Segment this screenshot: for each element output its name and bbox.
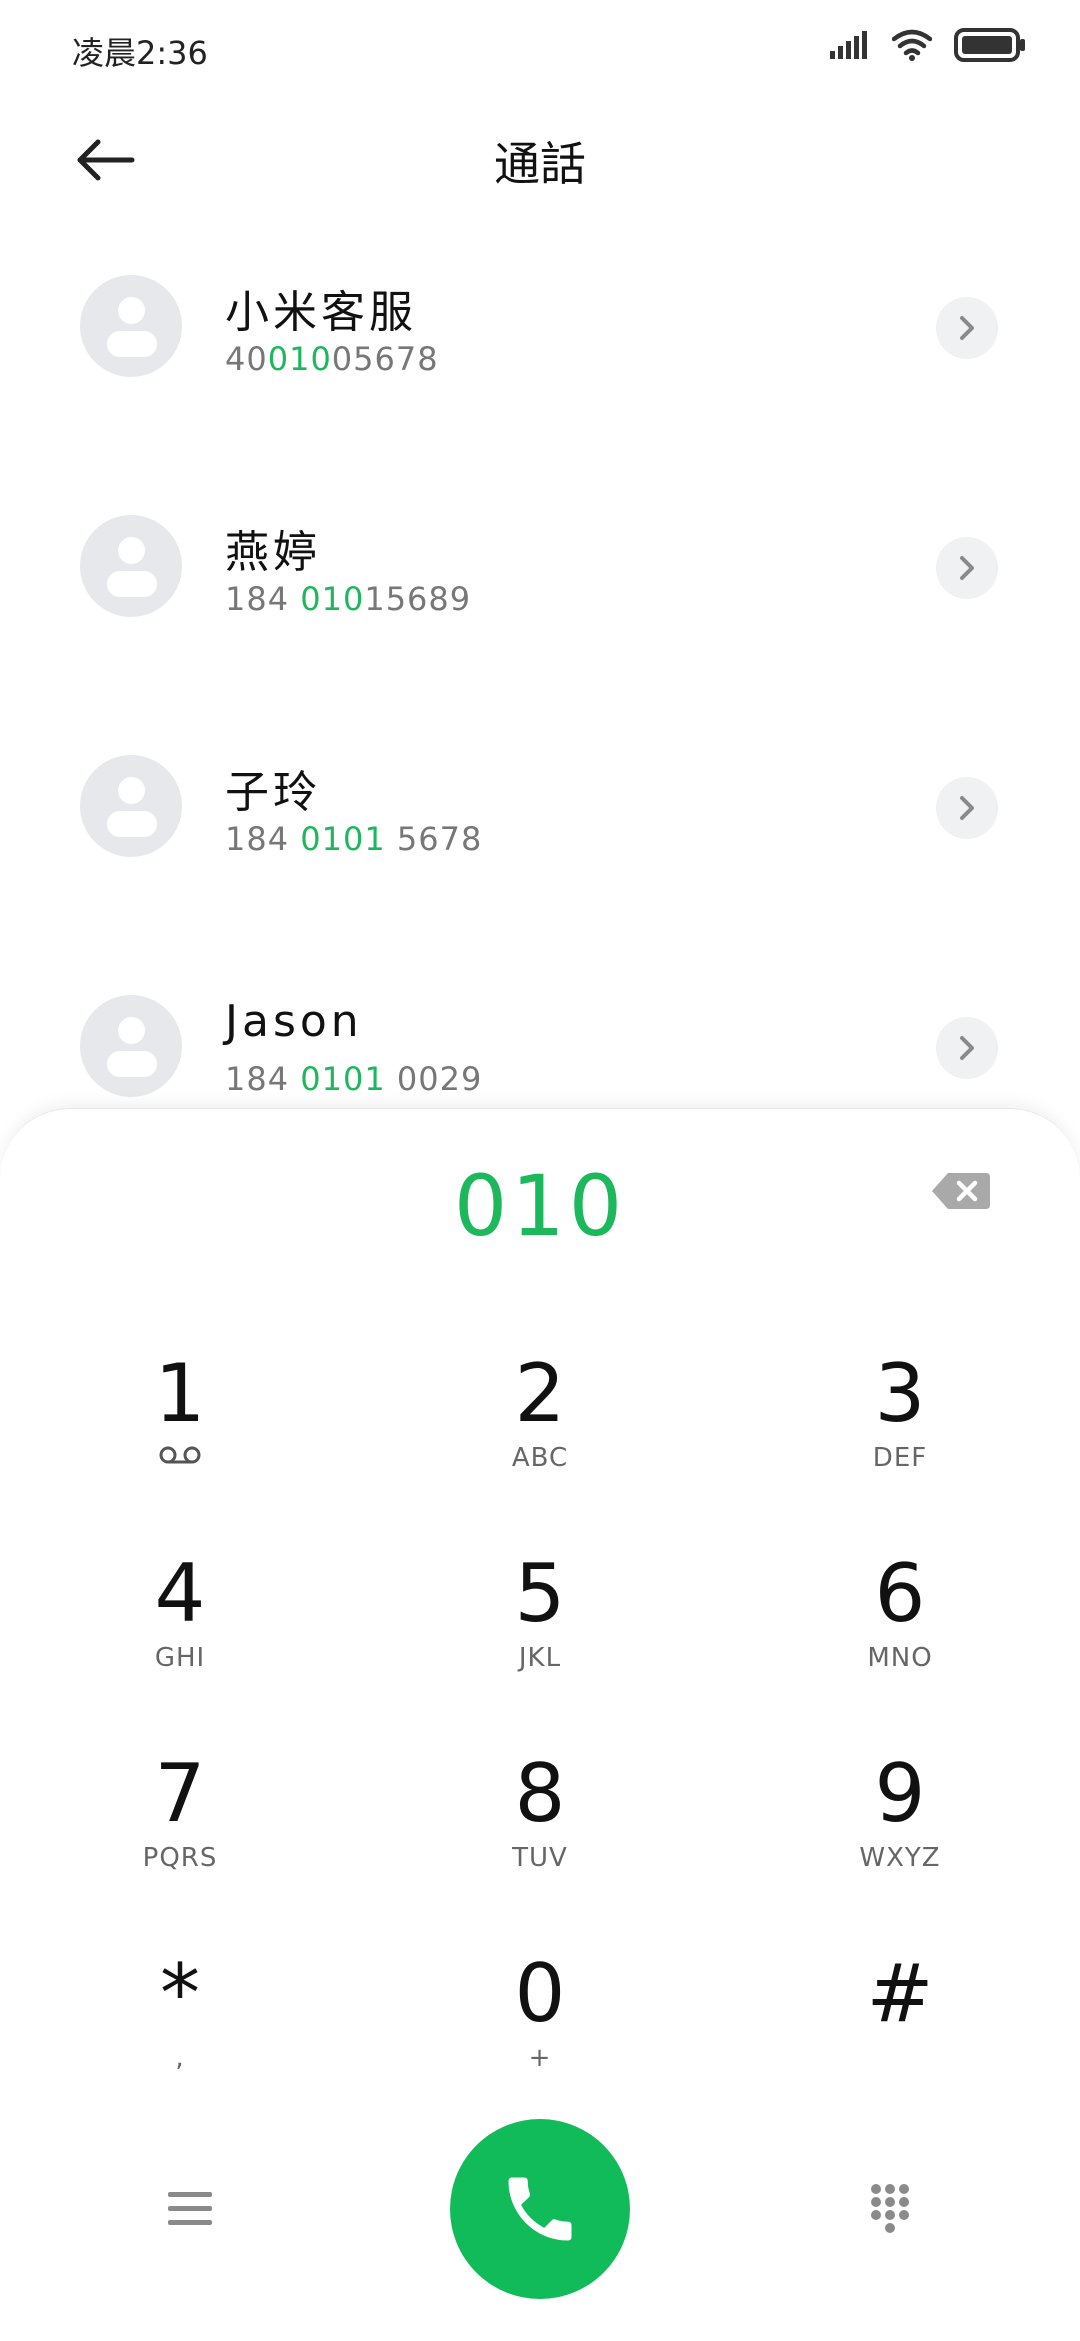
status-time: 凌晨2:36 bbox=[72, 34, 208, 72]
signal-icon bbox=[830, 31, 867, 59]
key-letters: TUV bbox=[512, 1843, 568, 1873]
contact-row[interactable]: 小米客服 4001005678 bbox=[0, 240, 1080, 430]
menu-icon bbox=[168, 2192, 212, 2225]
key-digit: 5 bbox=[514, 1547, 566, 1640]
wifi-icon bbox=[892, 29, 932, 61]
key-4[interactable]: 4 GHI bbox=[30, 1549, 330, 1719]
contact-name: 燕婷 bbox=[225, 527, 321, 578]
key-6[interactable]: 6 MNO bbox=[750, 1549, 1050, 1719]
status-icons bbox=[830, 28, 1026, 62]
key-digit: * bbox=[160, 1947, 200, 2040]
dialpad-panel: 010 1 2 ABC 3 DEF 4 GHI 5 JKL 6 MNO 7 PQ… bbox=[0, 1108, 1080, 2341]
key-2[interactable]: 2 ABC bbox=[390, 1349, 690, 1519]
voicemail-icon bbox=[159, 1446, 201, 1464]
contact-detail-button[interactable] bbox=[936, 297, 998, 359]
key-star[interactable]: * , bbox=[30, 1949, 330, 2119]
key-digit: 7 bbox=[154, 1747, 206, 1840]
avatar bbox=[80, 995, 182, 1097]
key-7[interactable]: 7 PQRS bbox=[30, 1749, 330, 1919]
key-digit: # bbox=[866, 1947, 934, 2040]
key-8[interactable]: 8 TUV bbox=[390, 1749, 690, 1919]
key-1[interactable]: 1 bbox=[30, 1349, 330, 1519]
key-letters: , bbox=[175, 2043, 185, 2073]
key-letters: PQRS bbox=[142, 1843, 218, 1873]
key-digit: 2 bbox=[514, 1347, 566, 1440]
key-digit: 0 bbox=[514, 1947, 566, 2040]
contact-number: 184 0101 0029 bbox=[225, 1060, 483, 1098]
status-bar: 凌晨2:36 bbox=[0, 0, 1080, 96]
contact-name: 子玲 bbox=[225, 767, 321, 818]
phone-icon bbox=[508, 2177, 572, 2241]
avatar bbox=[80, 275, 182, 377]
contact-number: 184 0101 5678 bbox=[225, 820, 483, 858]
key-letters: GHI bbox=[154, 1643, 206, 1673]
header: 通話 bbox=[0, 110, 1080, 210]
backspace-icon bbox=[932, 1173, 990, 1209]
key-letters: MNO bbox=[867, 1643, 933, 1673]
chevron-right-icon bbox=[960, 796, 974, 820]
contact-row[interactable]: 燕婷 184 01015689 bbox=[0, 480, 1080, 670]
page-title: 通話 bbox=[494, 137, 586, 191]
contact-number: 4001005678 bbox=[225, 340, 439, 378]
avatar bbox=[80, 515, 182, 617]
contact-detail-button[interactable] bbox=[936, 537, 998, 599]
key-3[interactable]: 3 DEF bbox=[750, 1349, 1050, 1519]
avatar bbox=[80, 755, 182, 857]
dialed-number[interactable]: 010 bbox=[0, 1157, 1080, 1255]
key-5[interactable]: 5 JKL bbox=[390, 1549, 690, 1719]
key-letters: + bbox=[528, 2043, 552, 2073]
key-letters: JKL bbox=[518, 1643, 562, 1673]
key-digit: 8 bbox=[514, 1747, 566, 1840]
keypad-toggle-button[interactable] bbox=[850, 2164, 930, 2254]
battery-icon bbox=[954, 28, 1025, 62]
chevron-right-icon bbox=[960, 316, 974, 340]
key-digit: 3 bbox=[874, 1347, 926, 1440]
key-letters: WXYZ bbox=[859, 1843, 941, 1873]
contact-detail-button[interactable] bbox=[936, 777, 998, 839]
key-9[interactable]: 9 WXYZ bbox=[750, 1749, 1050, 1919]
call-button[interactable] bbox=[450, 2119, 630, 2299]
key-digit: 9 bbox=[874, 1747, 926, 1840]
contact-name: 小米客服 bbox=[225, 287, 417, 338]
key-letters: ABC bbox=[511, 1443, 569, 1473]
key-digit: 1 bbox=[154, 1347, 206, 1440]
key-hash[interactable]: # bbox=[750, 1949, 1050, 2119]
chevron-right-icon bbox=[960, 1036, 974, 1060]
contact-detail-button[interactable] bbox=[936, 1017, 998, 1079]
dialpad-actions bbox=[0, 2109, 1080, 2309]
dialpad-icon bbox=[871, 2184, 909, 2233]
contact-number: 184 01015689 bbox=[225, 580, 472, 618]
backspace-button[interactable] bbox=[930, 1169, 992, 1213]
key-0[interactable]: 0 + bbox=[390, 1949, 690, 2119]
key-digit: 6 bbox=[874, 1547, 926, 1640]
chevron-right-icon bbox=[960, 556, 974, 580]
menu-button[interactable] bbox=[150, 2174, 230, 2244]
contact-row[interactable]: 子玲 184 0101 5678 bbox=[0, 720, 1080, 910]
key-letters: DEF bbox=[872, 1443, 928, 1473]
contact-name: Jason bbox=[225, 996, 363, 1047]
key-digit: 4 bbox=[154, 1547, 206, 1640]
